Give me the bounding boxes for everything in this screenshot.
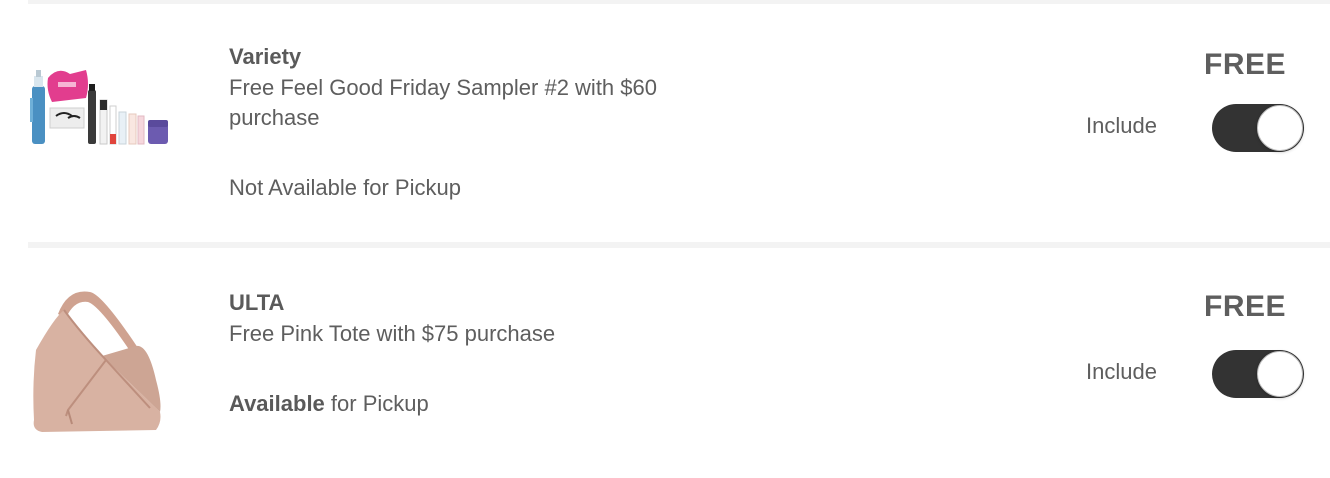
toggle-knob [1257, 105, 1303, 151]
pickup-availability-text: Not Available for Pickup [229, 175, 461, 200]
pickup-availability: Available for Pickup [229, 391, 429, 417]
beauty-sampler-set-image [30, 70, 168, 145]
pickup-availability: Not Available for Pickup [229, 175, 461, 201]
include-toggle[interactable] [1212, 104, 1304, 152]
pickup-availability-text: for Pickup [324, 391, 429, 416]
include-toggle[interactable] [1212, 350, 1304, 398]
include-label: Include [1086, 113, 1157, 138]
item-brand: ULTA [229, 290, 285, 315]
toggle-knob [1257, 351, 1303, 397]
item-price: FREE [1204, 290, 1287, 323]
pink-tote-bag-image [33, 291, 161, 432]
item-description: Free Feel Good Friday Sampler #2 with $6… [229, 75, 657, 130]
item-description: Free Pink Tote with $75 purchase [229, 321, 556, 346]
free-gifts-list: Variety Free Feel Good Friday Sampler #2… [0, 0, 1330, 478]
gift-item: Variety Free Feel Good Friday Sampler #2… [0, 4, 1330, 242]
include-label: Include [1086, 359, 1157, 384]
pickup-availability-strong: Available [229, 391, 325, 416]
gift-item: ULTA Free Pink Tote with $75 purchase Av… [0, 248, 1330, 478]
item-price: FREE [1204, 48, 1287, 81]
item-brand: Variety [229, 44, 302, 69]
